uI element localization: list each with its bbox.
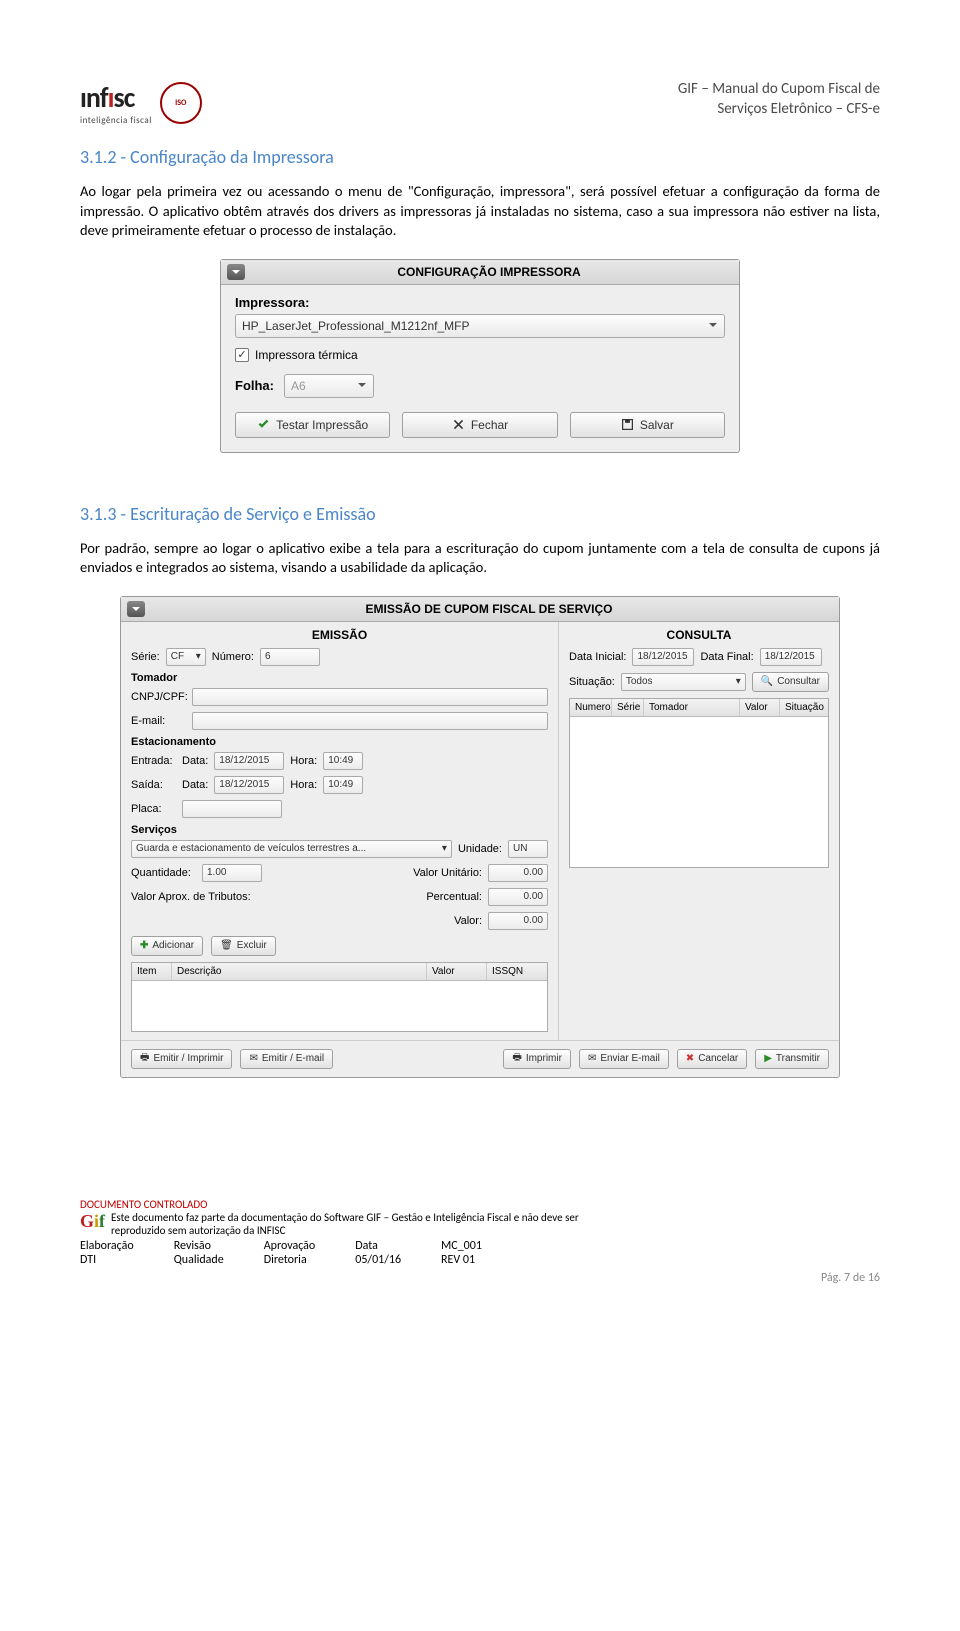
unidade-input[interactable]: UN	[508, 840, 548, 858]
cnpj-input[interactable]	[192, 688, 548, 706]
quantidade-input[interactable]: 1.00	[202, 864, 262, 882]
mail-icon: ✉	[588, 1053, 596, 1064]
search-icon: 🔍	[761, 676, 773, 687]
excluir-button[interactable]: 🗑Excluir	[211, 936, 276, 956]
consulta-table: Numero Série Tomador Valor Situação	[569, 698, 829, 868]
chevron-down-icon: ▾	[736, 676, 741, 687]
chevron-down-icon	[708, 319, 718, 333]
page-footer: DOCUMENTO CONTROLADO Gif Este documento …	[80, 1198, 880, 1285]
chevron-down-icon: ▾	[442, 843, 447, 854]
chevron-down-icon	[131, 604, 141, 614]
dialog-titlebar: CONFIGURAÇÃO IMPRESSORA	[221, 260, 739, 285]
document-page: ınfısc inteligência fiscal ISO GIF – Man…	[0, 0, 960, 1325]
entrada-hora-input[interactable]: 10:49	[323, 752, 363, 770]
minimize-button[interactable]	[227, 264, 245, 280]
adicionar-button[interactable]: ✚Adicionar	[131, 936, 203, 956]
transmit-icon: ▶	[764, 1053, 772, 1064]
email-input[interactable]	[192, 712, 548, 730]
label-impressora: Impressora:	[235, 295, 725, 310]
dialog-title: EMISSÃO DE CUPOM FISCAL DE SERVIÇO	[145, 602, 833, 616]
cancel-icon: ✖	[686, 1053, 694, 1064]
section-body-312: Ao logar pela primeira vez ou acessando …	[80, 182, 880, 241]
imprimir-button[interactable]: 🖶Imprimir	[503, 1049, 571, 1069]
label-folha: Folha:	[235, 378, 274, 393]
section-heading-313: 3.1.3 - Escrituração de Serviço e Emissã…	[80, 503, 880, 525]
emitir-imprimir-button[interactable]: 🖶Emitir / Imprimir	[131, 1049, 232, 1069]
consultar-button[interactable]: 🔍Consultar	[752, 672, 829, 692]
page-number: Pág. 7 de 16	[80, 1271, 880, 1285]
test-print-button[interactable]: Testar Impressão	[235, 412, 390, 438]
trash-icon: 🗑	[220, 940, 233, 951]
minimize-button[interactable]	[127, 601, 145, 617]
print-icon: 🖶	[512, 1050, 521, 1067]
data-final-input[interactable]: 18/12/2015	[760, 648, 822, 666]
printer-select[interactable]: HP_LaserJet_Professional_M1212nf_MFP	[235, 314, 725, 338]
placa-input[interactable]	[182, 800, 282, 818]
page-header: ınfısc inteligência fiscal ISO GIF – Man…	[80, 80, 880, 126]
percentual-input[interactable]: 0.00	[488, 888, 548, 906]
cancelar-button[interactable]: ✖Cancelar	[677, 1049, 747, 1069]
emitir-email-button[interactable]: ✉Emitir / E-mail	[240, 1049, 333, 1069]
close-button[interactable]: Fechar	[402, 412, 557, 438]
gif-logo: Gif	[80, 1211, 105, 1232]
printer-config-dialog: CONFIGURAÇÃO IMPRESSORA Impressora: HP_L…	[220, 259, 740, 453]
logo-block: ınfısc inteligência fiscal ISO	[80, 80, 202, 126]
situacao-select[interactable]: Todos▾	[621, 673, 746, 691]
valor-input[interactable]: 0.00	[488, 912, 548, 930]
servico-select[interactable]: Guarda e estacionamento de veículos terr…	[131, 840, 452, 858]
save-icon	[621, 418, 634, 431]
items-table: Item Descrição Valor ISSQN	[131, 962, 548, 1032]
section-body-313: Por padrão, sempre ao logar o aplicativo…	[80, 539, 880, 578]
data-inicial-input[interactable]: 18/12/2015	[632, 648, 694, 666]
iso-badge-icon: ISO	[160, 82, 202, 124]
folha-select[interactable]: A6	[284, 374, 374, 398]
chevron-down-icon	[357, 379, 367, 393]
close-icon	[452, 418, 465, 431]
chevron-down-icon	[231, 267, 241, 277]
chevron-down-icon: ▾	[196, 651, 201, 662]
numero-input[interactable]: 6	[260, 648, 320, 666]
section-heading-312: 3.1.2 - Configuração da Impressora	[80, 146, 880, 168]
plus-icon: ✚	[140, 940, 148, 951]
mail-icon: ✉	[249, 1053, 257, 1064]
thermal-checkbox[interactable]: ✓	[235, 348, 249, 362]
document-title: GIF – Manual do Cupom Fiscal de Serviços…	[678, 80, 880, 119]
emission-dialog: EMISSÃO DE CUPOM FISCAL DE SERVIÇO EMISS…	[120, 596, 840, 1078]
thermal-checkbox-row: ✓ Impressora térmica	[235, 348, 725, 362]
entrada-data-input[interactable]: 18/12/2015	[214, 752, 284, 770]
emission-panel: EMISSÃO Série: CF▾ Número: 6 Tomador CNP…	[121, 622, 559, 1040]
saida-hora-input[interactable]: 10:49	[323, 776, 363, 794]
save-button[interactable]: Salvar	[570, 412, 725, 438]
serie-select[interactable]: CF▾	[166, 648, 206, 666]
saida-data-input[interactable]: 18/12/2015	[214, 776, 284, 794]
action-bar: 🖶Emitir / Imprimir ✉Emitir / E-mail 🖶Imp…	[121, 1040, 839, 1077]
transmitir-button[interactable]: ▶Transmitir	[755, 1049, 829, 1069]
consulta-panel: CONSULTA Data Inicial: 18/12/2015 Data F…	[559, 622, 839, 1040]
dialog-titlebar: EMISSÃO DE CUPOM FISCAL DE SERVIÇO	[121, 597, 839, 622]
check-icon	[257, 418, 270, 431]
infisc-logo: ınfısc inteligência fiscal	[80, 80, 152, 126]
valor-unit-input[interactable]: 0.00	[488, 864, 548, 882]
print-icon: 🖶	[140, 1050, 149, 1067]
dialog-title: CONFIGURAÇÃO IMPRESSORA	[245, 265, 733, 279]
enviar-email-button[interactable]: ✉Enviar E-mail	[579, 1049, 669, 1069]
